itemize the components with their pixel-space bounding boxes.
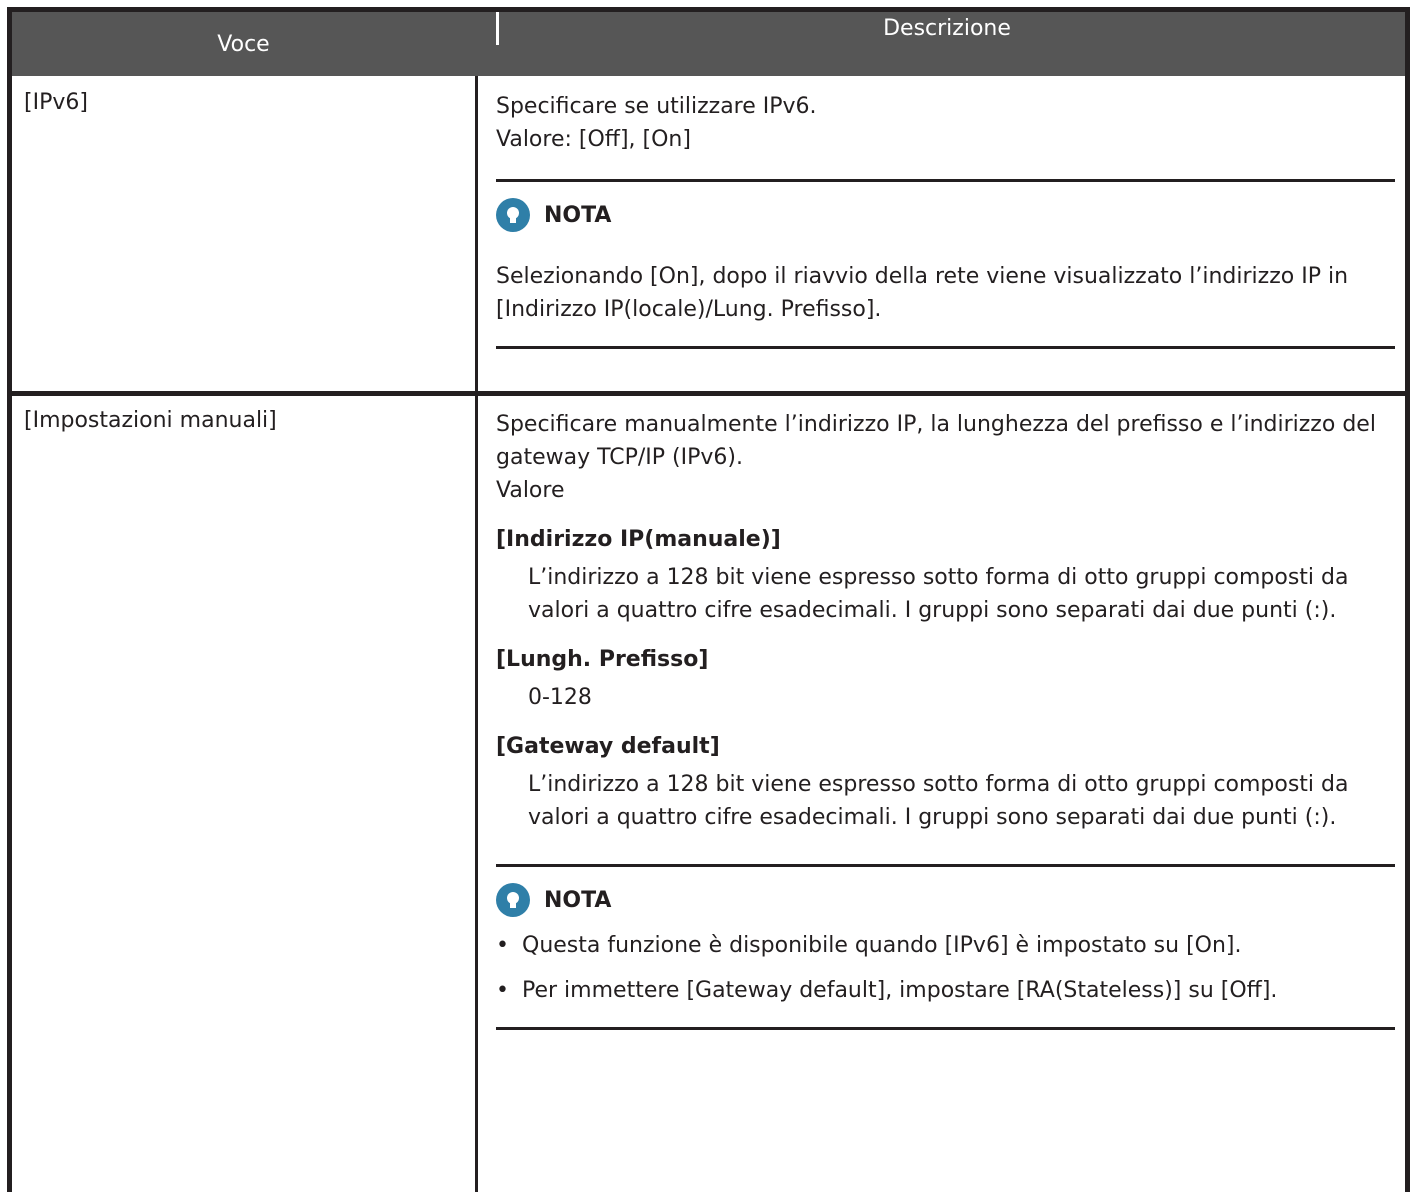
row-desc-impostazioni-manuali: Specificare manualmente l’indirizzo IP, … — [496, 408, 1395, 1030]
desc-line: Specificare manualmente l’indirizzo IP, … — [496, 412, 1376, 470]
note-top-rule — [496, 864, 1395, 867]
note-bottom-rule — [496, 346, 1395, 349]
desc-line: Specificare se utilizzare IPv6. — [496, 94, 817, 119]
note-top-rule — [496, 179, 1395, 182]
note-bullet: • Questa funzione è disponibile quando [… — [496, 933, 1242, 958]
header-descrizione: Descrizione — [496, 12, 1395, 45]
note-heading: NOTA — [496, 883, 1395, 917]
value-label: [Gateway default] — [496, 734, 720, 759]
lightbulb-note-icon — [496, 198, 530, 232]
note-heading: NOTA — [496, 198, 1395, 232]
settings-table: Voce Descrizione [IPv6] Specificare se u… — [7, 7, 1410, 1192]
column-divider — [475, 76, 478, 1192]
value-text: L’indirizzo a 128 bit viene espresso sot… — [528, 565, 1349, 623]
lightbulb-note-icon — [496, 883, 530, 917]
note-bullet: • Per immettere [Gateway default], impos… — [496, 978, 1278, 1003]
note-title: NOTA — [544, 887, 612, 913]
desc-line: Valore: [Off], [On] — [496, 127, 691, 152]
row-item-impostazioni-manuali: [Impostazioni manuali] — [24, 408, 277, 433]
value-text: L’indirizzo a 128 bit viene espresso sot… — [528, 772, 1349, 830]
row-item-ipv6: [IPv6] — [24, 90, 88, 115]
row-separator — [12, 391, 1405, 396]
value-label: [Lungh. Prefisso] — [496, 647, 709, 672]
value-text: 0-128 — [528, 685, 592, 710]
note-text: Selezionando [On], dopo il riavvio della… — [496, 264, 1349, 322]
header-voce: Voce — [217, 31, 270, 57]
table-header: Voce Descrizione — [12, 12, 1405, 76]
value-label: [Indirizzo IP(manuale)] — [496, 527, 781, 552]
note-title: NOTA — [544, 202, 612, 228]
row-desc-ipv6: Specificare se utilizzare IPv6. Valore: … — [496, 90, 1395, 349]
desc-line: Valore — [496, 478, 565, 503]
note-bottom-rule — [496, 1027, 1395, 1030]
